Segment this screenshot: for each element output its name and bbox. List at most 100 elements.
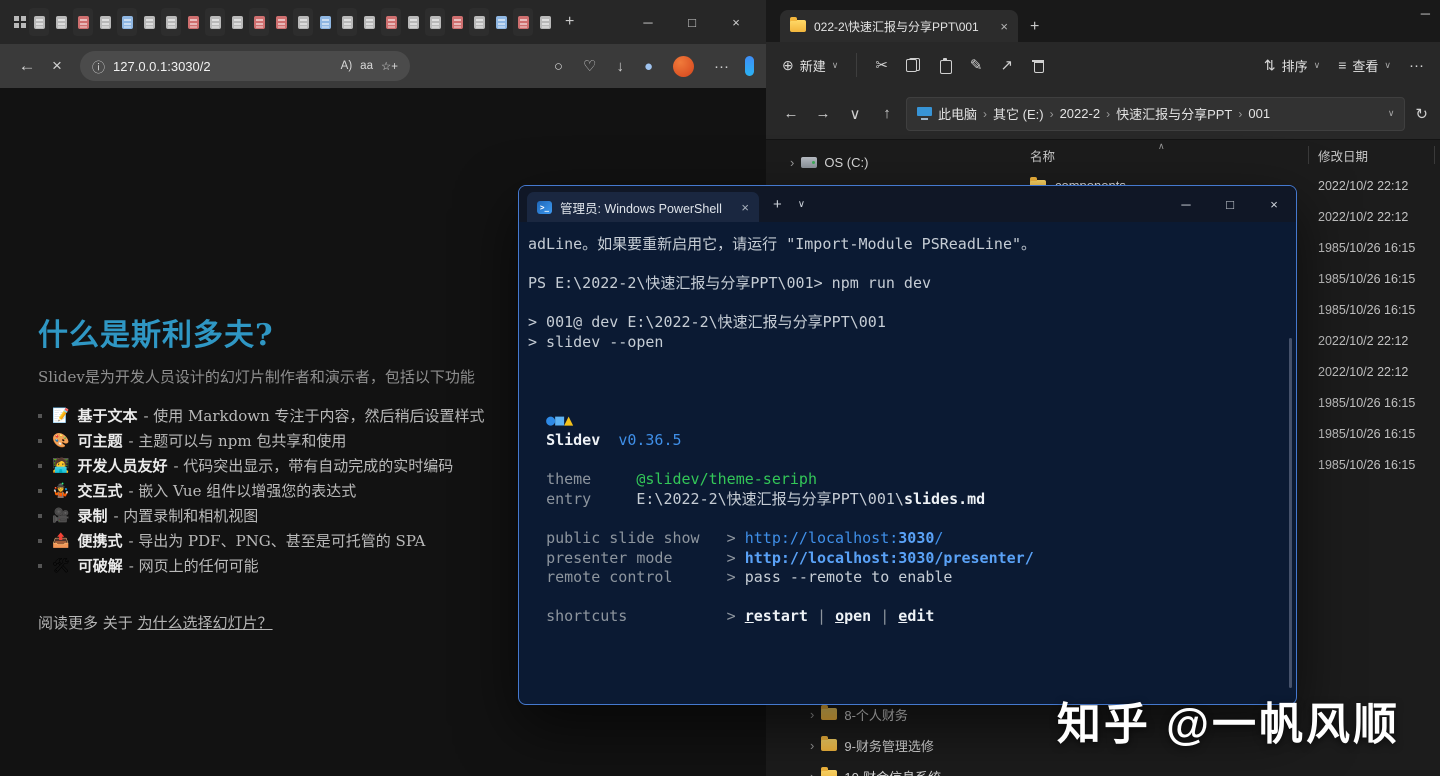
browser-tab[interactable] xyxy=(535,8,555,36)
edge-sidebar-icon[interactable] xyxy=(745,56,754,76)
copy-icon[interactable] xyxy=(906,58,920,72)
new-button[interactable]: ⊕ 新建 ∨ xyxy=(782,56,838,75)
terminal-line xyxy=(528,294,1284,314)
downloads-icon[interactable]: ↓ xyxy=(616,58,624,75)
copilot-icon[interactable]: ● xyxy=(644,58,653,75)
browser-tab[interactable] xyxy=(271,8,291,36)
feature-emoji-icon: 📤 xyxy=(52,533,69,549)
back-icon[interactable]: ← xyxy=(12,56,42,76)
profile-avatar[interactable] xyxy=(673,56,694,77)
address-dropdown-icon[interactable]: ∨ xyxy=(1388,108,1395,119)
stop-icon[interactable]: × xyxy=(42,56,72,76)
browser-tab[interactable] xyxy=(117,8,137,36)
essentials-icon[interactable]: ♡ xyxy=(583,57,596,75)
browser-tab[interactable] xyxy=(293,8,313,36)
paste-icon[interactable] xyxy=(938,58,952,72)
breadcrumb-item[interactable]: 其它 (E:) xyxy=(993,104,1044,123)
share-icon[interactable]: ↗ xyxy=(1001,56,1014,74)
browser-tab[interactable] xyxy=(315,8,335,36)
cut-icon[interactable]: ✂ xyxy=(875,56,888,74)
browser-tab[interactable] xyxy=(337,8,357,36)
tab-close-icon[interactable]: × xyxy=(741,200,749,215)
extensions-icon[interactable]: ○ xyxy=(554,58,563,75)
breadcrumb-item[interactable]: 2022-2 xyxy=(1060,106,1100,121)
more-options-icon[interactable]: ··· xyxy=(1409,57,1424,74)
browser-tab[interactable] xyxy=(183,8,203,36)
browser-tab[interactable] xyxy=(249,8,269,36)
browser-tab[interactable] xyxy=(139,8,159,36)
sort-button[interactable]: ⇅ 排序 ∨ xyxy=(1264,56,1320,75)
tab-favicon-icon xyxy=(100,16,111,29)
browser-tab[interactable] xyxy=(491,8,511,36)
chevron-right-icon[interactable]: › xyxy=(810,707,814,722)
browser-tab[interactable] xyxy=(73,8,93,36)
browser-tabs xyxy=(29,8,555,36)
browser-tab[interactable] xyxy=(381,8,401,36)
column-header-date[interactable]: 修改日期 xyxy=(1308,146,1368,165)
refresh-icon[interactable]: ↻ xyxy=(1415,105,1428,123)
bullet-marker-icon xyxy=(38,564,42,568)
recent-locations-icon[interactable]: ∨ xyxy=(842,105,868,123)
maximize-button[interactable]: □ xyxy=(1208,186,1252,222)
delete-icon[interactable] xyxy=(1031,58,1045,72)
explorer-tab[interactable]: 022-2\快速汇报与分享PPT\001 × xyxy=(780,10,1018,42)
tree-item[interactable]: ›10-财会信息系统 xyxy=(810,762,941,776)
breadcrumb-item[interactable]: 此电脑 xyxy=(938,104,977,123)
breadcrumb-item[interactable]: 001 xyxy=(1248,106,1270,121)
browser-tab[interactable] xyxy=(513,8,533,36)
terminal-line: entry E:\2022-2\快速汇报与分享PPT\001\slides.md xyxy=(528,490,1284,510)
terminal-new-tab-button[interactable]: + xyxy=(773,196,782,213)
minimize-button[interactable]: ─ xyxy=(1164,186,1208,222)
translate-icon[interactable]: aa xyxy=(360,60,373,72)
new-tab-button[interactable]: + xyxy=(565,14,574,30)
minimize-button[interactable]: ─ xyxy=(626,5,670,39)
terminal-menu-icon[interactable]: ∨ xyxy=(798,199,805,210)
chevron-right-icon[interactable]: › xyxy=(810,769,814,776)
tab-favicon-icon xyxy=(166,16,177,29)
browser-tab[interactable] xyxy=(227,8,247,36)
toolbar-divider xyxy=(856,53,857,77)
breadcrumb-item[interactable]: 快速汇报与分享PPT xyxy=(1116,104,1232,123)
browser-tab[interactable] xyxy=(403,8,423,36)
browser-tab[interactable] xyxy=(469,8,489,36)
browser-tab[interactable] xyxy=(29,8,49,36)
browser-tab[interactable] xyxy=(51,8,71,36)
maximize-button[interactable]: □ xyxy=(670,5,714,39)
terminal-line: remote control > pass --remote to enable xyxy=(528,568,1284,588)
feature-emoji-icon: 📝 xyxy=(52,408,69,424)
forward-icon[interactable]: → xyxy=(810,105,836,122)
browser-tab[interactable] xyxy=(359,8,379,36)
explorer-minimize-button[interactable]: ─ xyxy=(1421,6,1430,21)
address-bar[interactable]: ⓘ 127.0.0.1:3030/2 A) aa ☆+ xyxy=(80,51,410,81)
browser-tab[interactable] xyxy=(205,8,225,36)
browser-tab[interactable] xyxy=(161,8,181,36)
terminal-line: PS E:\2022-2\快速汇报与分享PPT\001> npm run dev xyxy=(528,274,1284,294)
terminal-scrollbar[interactable] xyxy=(1289,338,1292,688)
read-more-link[interactable]: 为什么选择幻灯片？ xyxy=(138,614,273,632)
view-button[interactable]: ≡ 查看 ∨ xyxy=(1338,56,1391,75)
chevron-right-icon[interactable]: › xyxy=(790,155,794,170)
terminal-line: adLine。如果要重新启用它，请运行 "Import-Module PSRea… xyxy=(528,235,1284,255)
close-button[interactable]: × xyxy=(714,5,758,39)
breadcrumb[interactable]: 此电脑›其它 (E:)›2022-2›快速汇报与分享PPT›001 ∨ xyxy=(906,97,1405,131)
chevron-right-icon[interactable]: › xyxy=(810,738,814,753)
tab-actions-icon[interactable] xyxy=(14,16,19,21)
rename-icon[interactable]: ✎ xyxy=(970,56,983,74)
settings-more-icon[interactable]: ··· xyxy=(714,58,729,75)
tree-item[interactable]: ›9-财务管理选修 xyxy=(810,731,934,759)
browser-tab[interactable] xyxy=(447,8,467,36)
tree-item[interactable]: ›OS (C:) xyxy=(790,148,868,176)
read-aloud-icon[interactable]: A) xyxy=(341,60,353,72)
up-icon[interactable]: ↑ xyxy=(874,105,900,122)
site-info-icon[interactable]: ⓘ xyxy=(92,57,105,76)
back-icon[interactable]: ← xyxy=(778,105,804,122)
browser-tab[interactable] xyxy=(425,8,445,36)
explorer-command-bar: ⊕ 新建 ∨ ✂ ✎ ↗ ⇅ 排序 ∨ ≡ 查看 ∨ ··· xyxy=(766,42,1440,88)
explorer-new-tab-button[interactable]: + xyxy=(1030,18,1039,36)
favorite-star-icon[interactable]: ☆+ xyxy=(381,59,398,73)
browser-tab[interactable] xyxy=(95,8,115,36)
bullet-marker-icon xyxy=(38,439,42,443)
terminal-tab[interactable]: >_ 管理员: Windows PowerShell × xyxy=(527,192,759,222)
close-button[interactable]: × xyxy=(1252,186,1296,222)
tab-close-icon[interactable]: × xyxy=(1000,19,1008,34)
